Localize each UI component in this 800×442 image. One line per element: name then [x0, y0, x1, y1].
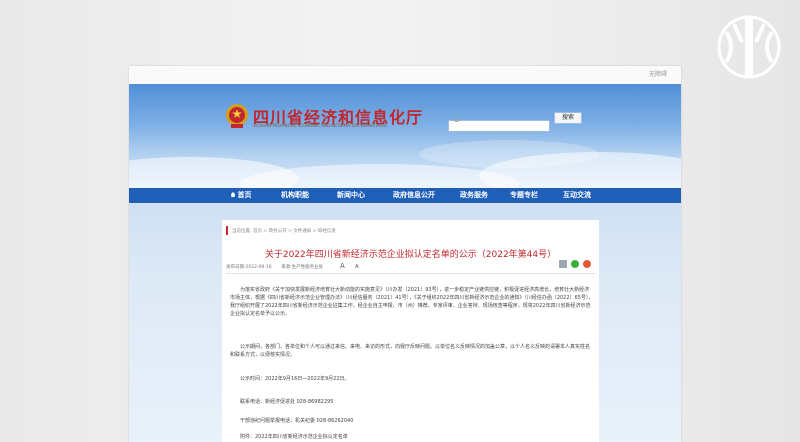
paragraph-intro: 为落实省政府《关于加快发展新经济培育壮大新动能的实施意见》（川办发〔2021〕9… [230, 287, 594, 317]
nav-item-gov-info[interactable]: 政府信息公开 [383, 188, 445, 203]
paragraph-report: 干部违纪问题举报电话：机关纪委 028-86262040 [240, 418, 354, 424]
top-utility-bar: 无障碍 [129, 66, 681, 84]
corner-watermark-logo [717, 15, 781, 79]
nav-item-topics[interactable]: 专题专栏 [501, 188, 547, 203]
article-title: 关于2022年四川省新经济示范企业拟认定名单的公示（2022年第44号） [264, 250, 557, 260]
search-input[interactable] [448, 120, 550, 132]
search-button[interactable]: 搜索 [554, 112, 582, 124]
nav-item-home[interactable]: 首页 [221, 188, 261, 203]
article-panel: 当前位置: 首页 > 政务公开 > 文件通知 > 四经信发 关于2022年四川省… [222, 220, 599, 442]
breadcrumb-marker [226, 226, 228, 235]
content-area: 当前位置: 首页 > 政务公开 > 文件通知 > 四经信发 关于2022年四川省… [129, 203, 681, 442]
wechat-share-icon[interactable] [571, 260, 579, 268]
cloud-background [129, 140, 681, 188]
paragraph-period: 公示时间：2022年9月16日—2022年9月22日。 [240, 376, 350, 382]
search-icon [453, 115, 460, 122]
share-icons [559, 260, 595, 270]
nav-item-services[interactable]: 政务服务 [451, 188, 497, 203]
browser-viewport: 无障碍 四川省经济和信息化厅 SICHUAN PROVINCIAL ECONOM… [129, 66, 681, 442]
search-box: 搜索 [448, 112, 582, 132]
divider [226, 273, 595, 274]
paragraph-contact: 联系电话：新经济促进处 028-86982295 [240, 399, 334, 405]
font-smaller-button[interactable]: A [355, 264, 359, 270]
site-subtitle: SICHUAN PROVINCIAL ECONOMIC AND INFORMAT… [253, 123, 388, 128]
font-larger-button[interactable]: A [340, 262, 345, 270]
site-header: 四川省经济和信息化厅 SICHUAN PROVINCIAL ECONOMIC A… [129, 84, 681, 188]
home-icon [230, 192, 236, 197]
national-emblem-icon [226, 104, 248, 128]
weibo-share-icon[interactable] [583, 260, 591, 268]
nav-item-news[interactable]: 新闻中心 [327, 188, 375, 203]
font-size-controls: A A [340, 262, 359, 270]
nav-item-interaction[interactable]: 互动交流 [553, 188, 601, 203]
main-nav: 首页 机构职能 新闻中心 政府信息公开 政务服务 专题专栏 互动交流 [129, 188, 681, 203]
paragraph-feedback: 公示期间，各部门、各单位和个人可以通过来信、来电、来访的形式，向我厅反映问题。以… [230, 344, 591, 358]
nav-item-organization[interactable]: 机构职能 [271, 188, 319, 203]
article-meta: 发布日期:2022-09-16 来源:生产性服务业处 [226, 264, 331, 270]
article-source: 来源:生产性服务业处 [281, 265, 324, 270]
paragraph-attachment: 附件：2022年四川省新经济示范企业拟认定名单 [240, 434, 348, 440]
publish-date: 发布日期:2022-09-16 [226, 265, 272, 270]
accessibility-link[interactable]: 无障碍 [649, 69, 667, 78]
breadcrumb[interactable]: 当前位置: 首页 > 政务公开 > 文件通知 > 四经信发 [232, 228, 336, 234]
print-icon[interactable] [559, 260, 567, 268]
